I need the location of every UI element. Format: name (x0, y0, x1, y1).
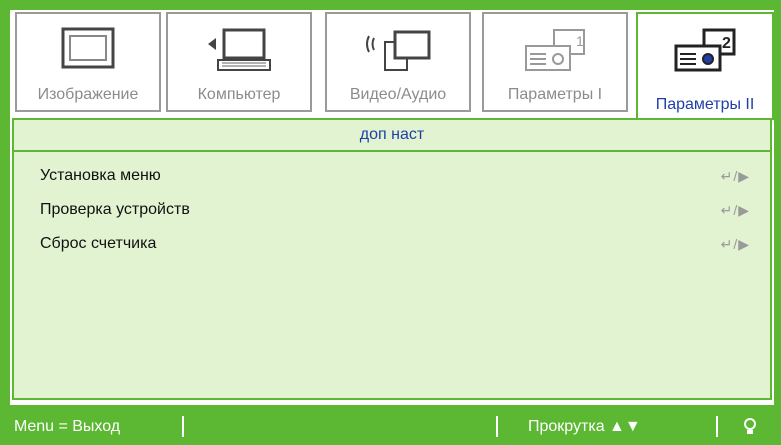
laptop-icon (208, 28, 271, 71)
tab-label: Компьютер (197, 86, 281, 103)
tab-image[interactable]: Изображение (15, 12, 161, 112)
tab-settings-1[interactable]: 1 Параметры I (482, 12, 628, 112)
separator (716, 416, 718, 437)
row-label: Установка меню (40, 167, 161, 184)
scroll-hint: Прокрутка ▲▼ (528, 418, 641, 435)
tab-label: Параметры I (507, 86, 603, 103)
enter-arrow-icon: ↵/▶ (720, 202, 750, 218)
tab-label: Параметры II (655, 96, 755, 113)
tab-video-audio[interactable]: Видео/Аудио (325, 12, 471, 112)
settings-panel: доп наст Установка меню ↵/▶ Проверка уст… (12, 118, 772, 400)
lamp-icon (742, 408, 758, 445)
svg-text:2: 2 (722, 35, 731, 52)
tv-icon (366, 30, 431, 71)
row-label: Сброс счетчика (40, 235, 157, 252)
panel-title: доп наст (14, 120, 770, 152)
row-label: Проверка устройств (40, 201, 190, 218)
projector-2-icon: 2 (674, 28, 736, 72)
menu-row-menu-setup[interactable]: Установка меню ↵/▶ (40, 162, 760, 190)
tab-settings-2[interactable]: 2 Параметры II (636, 12, 774, 120)
menu-row-reset-counter[interactable]: Сброс счетчика ↵/▶ (40, 230, 760, 258)
enter-arrow-icon: ↵/▶ (720, 168, 750, 184)
enter-arrow-icon: ↵/▶ (720, 236, 750, 252)
separator (496, 416, 498, 437)
menu-row-device-test[interactable]: Проверка устройств ↵/▶ (40, 196, 760, 224)
svg-text:1: 1 (576, 33, 584, 49)
tab-label: Видео/Аудио (349, 86, 447, 103)
tab-computer[interactable]: Компьютер (166, 12, 312, 112)
tab-label: Изображение (37, 86, 139, 103)
separator (182, 416, 184, 437)
projector-1-icon: 1 (525, 29, 585, 71)
monitor-icon (61, 27, 115, 69)
status-bar: Menu = Выход Прокрутка ▲▼ (0, 408, 781, 445)
exit-hint: Menu = Выход (14, 418, 121, 435)
